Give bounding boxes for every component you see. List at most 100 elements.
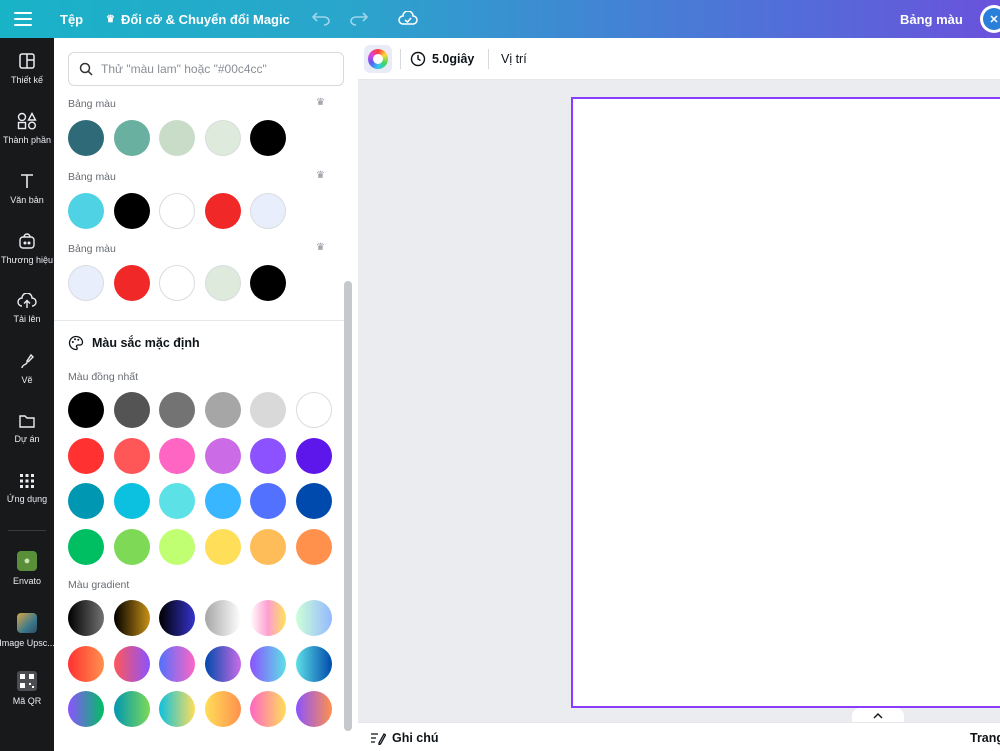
gradient-color-swatch[interactable] <box>250 600 286 636</box>
color-swatch[interactable] <box>159 265 195 301</box>
solid-color-swatch[interactable] <box>204 392 241 428</box>
solid-color-swatch[interactable] <box>250 392 286 428</box>
color-swatch[interactable] <box>204 193 241 229</box>
position-button[interactable]: Vị trí <box>501 38 527 80</box>
panel-scrollbar[interactable] <box>344 281 352 731</box>
color-swatch[interactable] <box>159 120 195 156</box>
redo-icon[interactable] <box>350 0 368 38</box>
text-color-button[interactable] <box>364 45 392 73</box>
solid-color-swatch[interactable] <box>159 483 195 519</box>
magic-resize-button[interactable]: ♛ Đổi cỡ & Chuyển đổi Magic <box>106 0 290 38</box>
color-swatch[interactable] <box>113 265 150 301</box>
file-menu-button[interactable]: Tệp <box>60 0 83 38</box>
gradient-color-swatch[interactable] <box>113 691 150 727</box>
solid-color-swatch[interactable] <box>159 437 195 474</box>
color-swatch[interactable] <box>68 193 104 229</box>
crown-icon: ♛ <box>316 242 325 253</box>
color-swatch[interactable] <box>68 265 104 301</box>
palette-label: Bảng màu <box>68 171 116 183</box>
color-wheel-icon <box>368 49 388 69</box>
palette-label: Bảng màu <box>68 98 116 110</box>
rail-item-elements[interactable]: Thành phần <box>0 98 54 158</box>
default-colors-heading: Màu sắc mặc định <box>68 335 200 351</box>
gradient-color-swatch[interactable] <box>68 691 104 727</box>
gradient-color-swatch[interactable] <box>68 645 104 682</box>
pages-button[interactable]: Trang <box>970 723 1000 751</box>
solid-color-swatch[interactable] <box>250 437 286 474</box>
left-rail: Thiết kế Thành phần Văn bản Thương hiệu … <box>0 38 55 751</box>
color-panel: Bảng màu ♛ Bảng màu ♛ Bảng màu ♛ Màu sắc mặc … <box>54 38 358 751</box>
gradient-color-swatch[interactable] <box>295 645 332 682</box>
solid-color-swatch[interactable] <box>295 392 332 428</box>
solid-color-swatch[interactable] <box>113 483 150 519</box>
rail-item-brand[interactable]: Thương hiệu <box>0 218 54 278</box>
duration-button[interactable]: 5.0giây <box>410 38 474 80</box>
gradient-color-swatch[interactable] <box>204 600 241 636</box>
gradient-color-swatch[interactable] <box>295 691 332 727</box>
gradient-color-swatch[interactable] <box>113 645 150 682</box>
solid-color-swatch[interactable] <box>295 437 332 474</box>
solid-color-swatch[interactable] <box>113 437 150 474</box>
crown-icon: ♛ <box>316 97 325 108</box>
undo-icon[interactable] <box>312 0 330 38</box>
color-palette-label[interactable]: Bảng màu <box>900 0 963 38</box>
solid-color-swatch[interactable] <box>250 528 286 565</box>
avatar[interactable]: ✕ <box>980 0 1000 38</box>
rail-item-text[interactable]: Văn bản <box>0 158 54 218</box>
rail-item-qr-code[interactable]: Mã QR <box>0 658 54 718</box>
color-search-input[interactable] <box>101 62 331 76</box>
solid-color-swatch[interactable] <box>68 437 104 474</box>
solid-color-swatch[interactable] <box>250 483 286 519</box>
solid-color-swatch[interactable] <box>159 528 195 565</box>
solid-color-swatch[interactable] <box>204 437 241 474</box>
menu-icon[interactable] <box>14 0 32 38</box>
gradient-color-swatch[interactable] <box>113 600 150 636</box>
solid-color-swatch[interactable] <box>113 528 150 565</box>
text-icon <box>21 173 33 188</box>
color-swatch[interactable] <box>250 265 286 301</box>
toolbar-divider <box>488 49 489 69</box>
rail-item-image-upscaler[interactable]: Image Upsc... <box>0 600 55 660</box>
color-swatch[interactable] <box>113 193 150 229</box>
solid-color-swatch[interactable] <box>113 392 150 428</box>
color-swatch[interactable] <box>159 193 195 229</box>
gradient-color-swatch[interactable] <box>68 600 104 636</box>
search-icon <box>79 62 93 76</box>
rail-item-design[interactable]: Thiết kế <box>0 38 54 98</box>
rail-item-projects[interactable]: Dự án <box>0 398 54 458</box>
folder-icon <box>19 414 35 428</box>
gradient-color-swatch[interactable] <box>250 691 286 727</box>
rail-item-uploads[interactable]: Tải lên <box>0 278 54 338</box>
gradient-color-swatch[interactable] <box>159 600 195 636</box>
solid-color-swatch[interactable] <box>159 392 195 428</box>
apps-icon <box>20 473 34 488</box>
solid-color-swatch[interactable] <box>68 392 104 428</box>
rail-item-label: Mã QR <box>12 695 42 706</box>
color-swatch[interactable] <box>204 120 241 156</box>
notes-button[interactable]: Ghi chú <box>370 723 439 751</box>
color-swatch[interactable] <box>250 193 286 229</box>
color-swatch[interactable] <box>113 120 150 156</box>
gradient-color-swatch[interactable] <box>204 691 241 727</box>
solid-color-swatch[interactable] <box>204 528 241 565</box>
rail-item-apps[interactable]: Ứng dụng <box>0 458 54 518</box>
color-search-box[interactable] <box>68 52 344 86</box>
cloud-saved-icon[interactable] <box>398 0 418 38</box>
solid-color-swatch[interactable] <box>204 483 241 519</box>
color-swatch[interactable] <box>204 265 241 301</box>
rail-item-envato[interactable]: ● Envato <box>0 538 54 598</box>
gradient-color-swatch[interactable] <box>159 691 195 727</box>
gradient-color-swatch[interactable] <box>250 645 286 682</box>
color-swatch[interactable] <box>68 120 104 156</box>
solid-color-swatch[interactable] <box>68 528 104 565</box>
design-page[interactable] <box>571 97 1000 708</box>
rail-item-label: Envato <box>12 575 42 586</box>
gradient-color-swatch[interactable] <box>159 645 195 682</box>
gradient-color-swatch[interactable] <box>204 645 241 682</box>
gradient-color-swatch[interactable] <box>295 600 332 636</box>
solid-color-swatch[interactable] <box>295 528 332 565</box>
color-swatch[interactable] <box>250 120 286 156</box>
rail-item-draw[interactable]: Vẽ <box>0 338 54 398</box>
solid-color-swatch[interactable] <box>68 483 104 519</box>
solid-color-swatch[interactable] <box>295 483 332 519</box>
